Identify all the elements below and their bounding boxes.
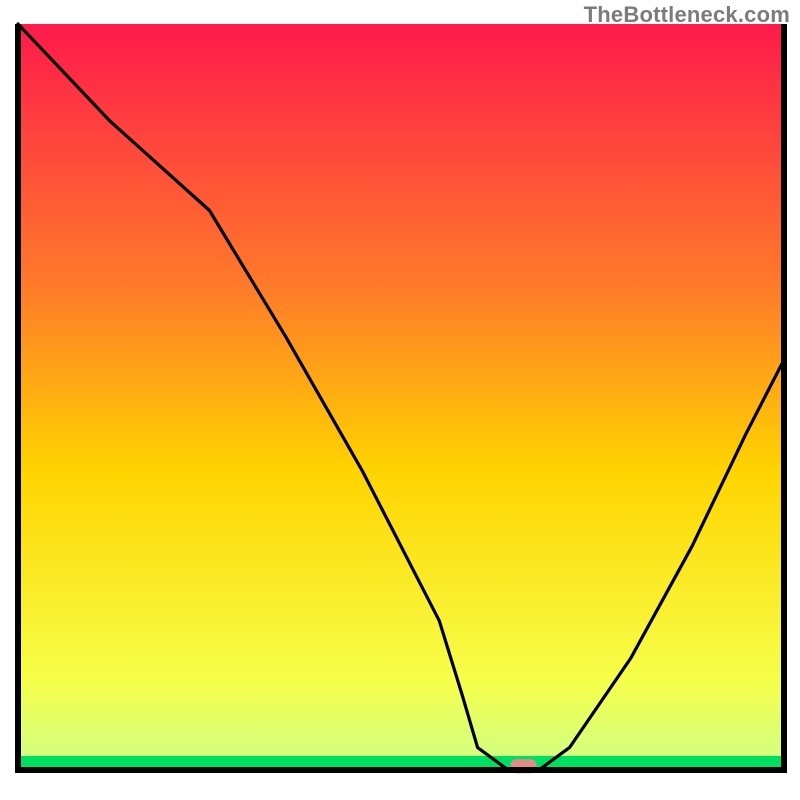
- bottleneck-chart: [0, 0, 800, 800]
- chart-container: TheBottleneck.com: [0, 0, 800, 800]
- plot-area: [18, 24, 784, 773]
- attribution-label: TheBottleneck.com: [584, 2, 790, 28]
- gradient-background: [18, 24, 784, 770]
